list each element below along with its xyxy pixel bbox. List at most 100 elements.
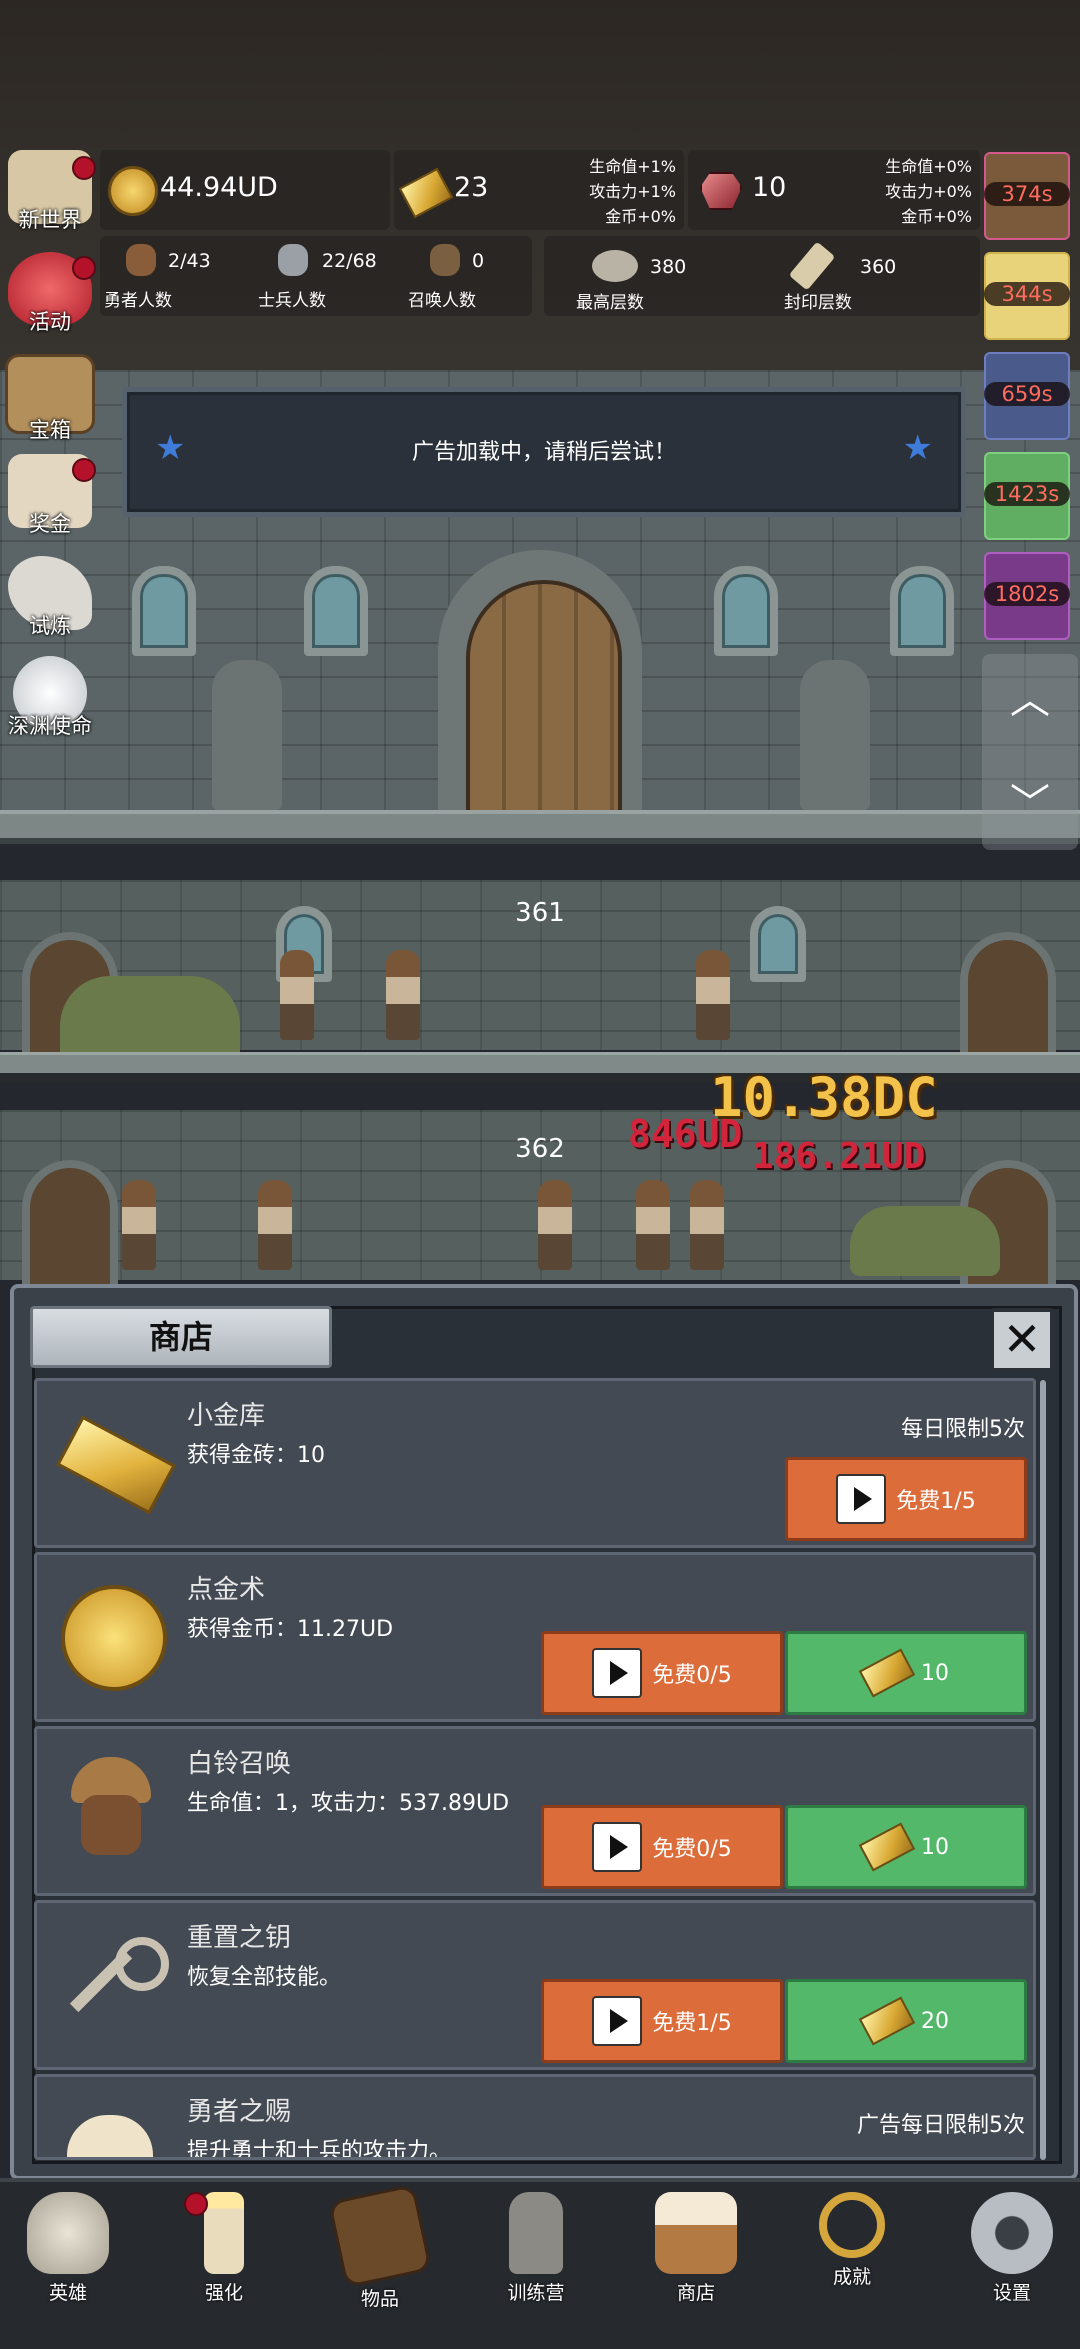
scroll-icon [788, 241, 836, 291]
nav-label: 物品 [360, 2288, 399, 2310]
close-button[interactable]: ✕ [990, 1308, 1054, 1372]
gold-bonus: 金币+0% [605, 207, 676, 226]
video-icon [836, 1474, 887, 1524]
nav-label: 设置 [992, 2282, 1031, 2304]
free-video-button[interactable]: 免费1/5 [785, 1457, 1027, 1541]
soldier-sprite [690, 1180, 724, 1270]
button-label: 免费0/5 [652, 1837, 732, 1862]
nav-upgrade[interactable]: 强化 [164, 2186, 284, 2316]
scroll-down-button[interactable]: ﹀ [998, 776, 1062, 832]
nav-label: 英雄 [48, 2282, 87, 2304]
hero-count: 2/43 [168, 250, 211, 272]
damage-number: 186.21UD [752, 1136, 926, 1177]
knight-statue [800, 660, 870, 810]
notification-dot [72, 156, 96, 180]
free-video-button[interactable]: 免费0/5 [541, 1631, 783, 1715]
soldier-sprite [386, 950, 420, 1040]
item-desc: 生命值：1，攻击力：537.89UD [187, 1791, 510, 1816]
menu-trial[interactable]: 试炼 [2, 556, 98, 652]
menu-label: 宝箱 [29, 418, 71, 442]
shop-item-hero-gift: 勇者之赐 提升勇士和士兵的攻击力。 广告每日限制5次 [34, 2074, 1036, 2160]
nav-items[interactable]: 物品 [320, 2183, 440, 2316]
nav-settings[interactable]: 设置 [952, 2186, 1072, 2316]
timer-text: 374s [984, 182, 1070, 206]
ruby-icon [700, 172, 742, 210]
timer-reward-3[interactable]: 659s [984, 352, 1070, 440]
free-video-button[interactable]: 免费0/5 [541, 1805, 783, 1889]
free-video-button[interactable]: 免费1/5 [541, 1979, 783, 2063]
stone-icon [592, 250, 638, 282]
video-icon [592, 1648, 643, 1698]
scroll-up-button[interactable]: ︿ [998, 672, 1062, 728]
summon-count: 0 [472, 250, 485, 272]
damage-number: 10.38DC [710, 1066, 938, 1129]
button-label: 免费0/5 [652, 1663, 732, 1688]
shop-scrollbar-thumb[interactable] [1040, 1380, 1046, 2160]
ad-loading-notice: ★ 广告加载中，请稍后尝试！ ★ [122, 387, 966, 517]
soldier-count-label: 士兵人数 [258, 291, 326, 311]
corridor-window [750, 906, 806, 982]
buy-gold-button[interactable]: 20 [785, 1979, 1027, 2063]
corridor-door [22, 1160, 118, 1296]
orc-enemy [850, 1206, 1000, 1276]
key-icon [51, 1923, 169, 2041]
nav-label: 成就 [832, 2266, 871, 2288]
floor-number: 361 [515, 898, 565, 928]
soldier-sprite [122, 1180, 156, 1270]
summon-count-label: 召唤人数 [408, 291, 476, 311]
timer-text: 1802s [984, 582, 1070, 606]
timer-reward-5[interactable]: 1802s [984, 552, 1070, 640]
hero-count-label: 勇者人数 [104, 291, 172, 311]
gem-value: 10 [752, 172, 787, 203]
castle-floor [0, 810, 1080, 844]
menu-label: 活动 [29, 310, 71, 334]
shop-item-reset-key: 重置之钥 恢复全部技能。 免费1/5 20 [34, 1900, 1036, 2070]
video-icon [592, 1996, 643, 2046]
gold-bar-panel: 23 生命值+1% 攻击力+1% 金币+0% [394, 150, 684, 230]
nav-training-camp[interactable]: 训练营 [476, 2186, 596, 2316]
sealed-floor-label: 封印层数 [784, 293, 852, 313]
nav-label: 商店 [676, 2282, 715, 2304]
gold-coin-icon [108, 166, 158, 216]
gem-panel: 10 生命值+0% 攻击力+0% 金币+0% [688, 150, 980, 230]
castle-window [132, 566, 196, 656]
star-icon: ★ [902, 428, 933, 468]
price-label: 20 [921, 2008, 949, 2034]
shop-item-bell-summon: 白铃召唤 生命值：1，攻击力：537.89UD 免费0/5 10 [34, 1726, 1036, 1896]
nav-label: 强化 [204, 2282, 243, 2304]
skull-icon [27, 2192, 109, 2274]
gold-bar-icon [858, 1648, 916, 1698]
nav-heroes[interactable]: 英雄 [8, 2186, 128, 2316]
soldier-sprite [258, 1180, 292, 1270]
timer-reward-1[interactable]: 374s [984, 152, 1070, 240]
floor-number: 362 [515, 1134, 565, 1164]
atk-bonus: 攻击力+1% [589, 182, 676, 201]
menu-chest[interactable]: 宝箱 [2, 354, 98, 450]
gold-coin-icon [51, 1575, 169, 1693]
nav-shop[interactable]: 商店 [636, 2186, 756, 2316]
daily-limit: 广告每日限制5次 [857, 2113, 1025, 2138]
soldier-sprite [636, 1180, 670, 1270]
item-name: 白铃召唤 [187, 1749, 292, 1779]
atk-bonus: 攻击力+0% [885, 182, 972, 201]
item-name: 点金术 [187, 1575, 266, 1605]
gold-bar-value: 23 [454, 172, 489, 203]
soldier-sprite [280, 950, 314, 1040]
timer-reward-2[interactable]: 344s [984, 252, 1070, 340]
castle-window [890, 566, 954, 656]
item-desc: 获得金币：11.27UD [187, 1617, 394, 1642]
notification-dot [184, 2192, 208, 2216]
buy-gold-button[interactable]: 10 [785, 1805, 1027, 1889]
timer-reward-4[interactable]: 1423s [984, 452, 1070, 540]
menu-abyss-mission[interactable]: 深渊使命 [2, 656, 98, 752]
book-icon [327, 2183, 433, 2289]
hero-head-icon [126, 244, 156, 276]
sealed-floor-value: 360 [860, 256, 897, 278]
buy-gold-button[interactable]: 10 [785, 1631, 1027, 1715]
gold-bar-icon [398, 167, 454, 219]
max-floor-label: 最高层数 [576, 293, 644, 313]
gem-bonus: 生命值+0% 攻击力+0% 金币+0% [885, 154, 972, 229]
tankard-icon [51, 2097, 169, 2157]
castle-window [304, 566, 368, 656]
nav-achievements[interactable]: 成就 [792, 2186, 912, 2316]
